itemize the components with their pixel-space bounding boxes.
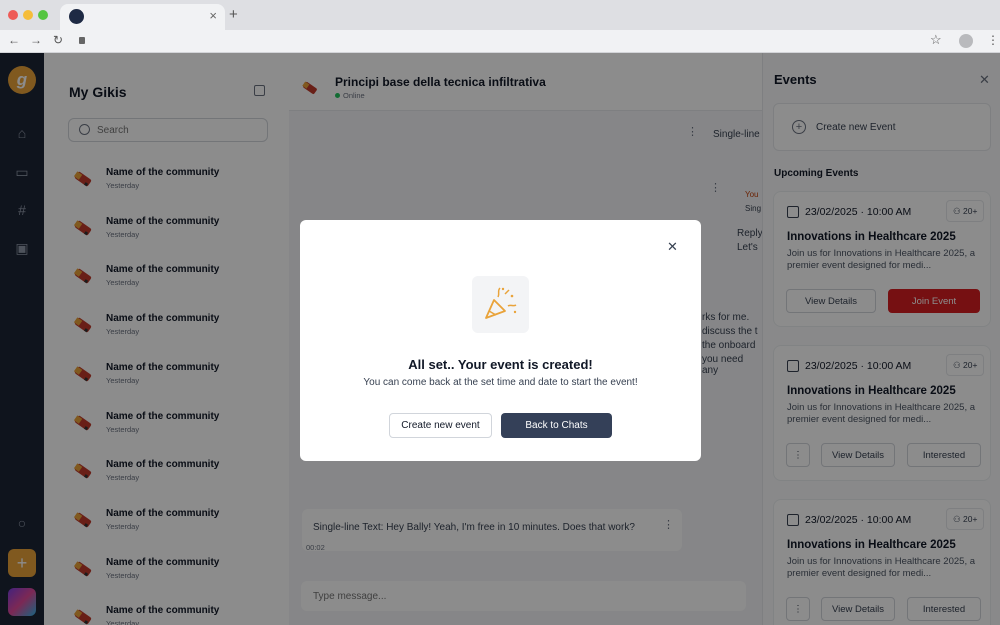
tab-close-icon[interactable]: ×: [209, 8, 217, 23]
reload-icon[interactable]: ↻: [53, 33, 63, 47]
browser-tabbar: × +: [0, 0, 1000, 30]
modal-subtitle: You can come back at the set time and da…: [363, 377, 638, 388]
event-created-modal: ✕ All set.. Your event is created! You c…: [300, 220, 701, 461]
new-tab-icon[interactable]: +: [229, 6, 238, 23]
close-window-icon[interactable]: [8, 10, 18, 20]
browser-tab[interactable]: ×: [60, 4, 225, 30]
modal-title: All set.. Your event is created!: [408, 357, 593, 372]
address-bar: ← → ↻ ☆ ⋮: [0, 30, 1000, 53]
profile-icon[interactable]: [959, 34, 973, 48]
create-new-event-button[interactable]: Create new event: [389, 413, 492, 438]
back-icon[interactable]: ←: [8, 33, 20, 47]
lock-icon: [79, 37, 85, 44]
minimize-window-icon[interactable]: [23, 10, 33, 20]
forward-icon[interactable]: →: [30, 33, 42, 47]
maximize-window-icon[interactable]: [38, 10, 48, 20]
browser-menu-icon[interactable]: ⋮: [987, 33, 999, 47]
close-icon[interactable]: ✕: [667, 239, 678, 255]
celebration-icon: [472, 276, 529, 333]
bookmark-star-icon[interactable]: ☆: [930, 32, 942, 48]
favicon-icon: [69, 9, 84, 24]
back-to-chats-button[interactable]: Back to Chats: [501, 413, 612, 438]
